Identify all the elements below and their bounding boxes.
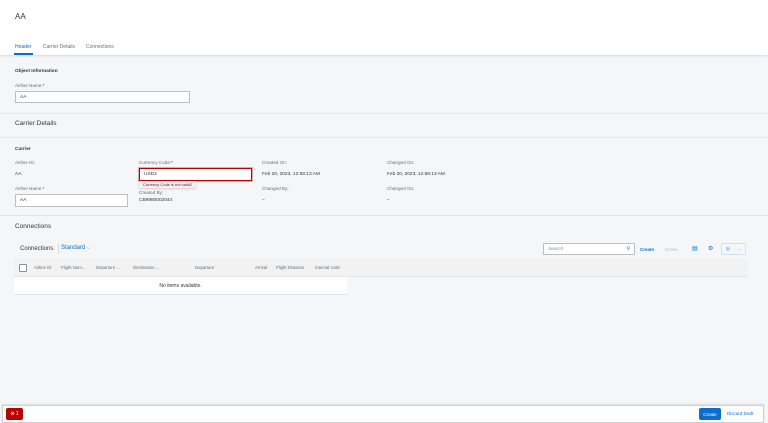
changed-by-value: – [262, 198, 265, 203]
table-title: Connections [20, 246, 54, 252]
created-by-label: Created By: [139, 190, 164, 195]
divider [0, 137, 768, 138]
tab-connections[interactable]: Connections [86, 44, 114, 50]
currency-error-message: Currency Code is not valid2 [139, 181, 197, 188]
message-popover-button[interactable]: ⊗ 1 [6, 408, 23, 420]
carrier-group-title: Carrier [15, 147, 31, 152]
column-header[interactable]: Flight Distance [276, 265, 304, 270]
chevron-down-icon: ⌄ [737, 246, 742, 252]
divider [0, 215, 768, 216]
changed-on-value-2: – [387, 198, 390, 203]
chevron-down-icon: ⌵ [87, 245, 91, 251]
create-button[interactable]: Create [640, 247, 654, 252]
airline-name-label-2: Airline Name:* [15, 186, 45, 191]
currency-code-input[interactable]: USD2 [139, 168, 252, 181]
settings-icon[interactable]: ⚙ [708, 245, 713, 252]
section-carrier-details: Carrier Details [15, 120, 57, 127]
changed-on-label: Changed On: [387, 160, 415, 165]
export-icon: ▣ [725, 246, 731, 252]
discard-draft-button[interactable]: Discard Draft [727, 411, 753, 416]
column-header[interactable]: Internal UoM [315, 265, 340, 270]
column-header[interactable]: Departure ... [96, 265, 120, 270]
page-title: AA [15, 12, 26, 21]
delete-button[interactable]: Delete [665, 247, 678, 252]
divider [0, 113, 768, 114]
column-header[interactable]: Airline ID [34, 265, 51, 270]
column-header[interactable]: Departure [195, 265, 214, 270]
changed-on-value: Feb 20, 2023, 12:58:13 AM [387, 172, 445, 177]
export-button[interactable]: ▣ ⌄ [721, 243, 746, 255]
footer-create-button[interactable]: Create [699, 408, 721, 420]
column-header[interactable]: Flight Num... [61, 265, 85, 270]
error-icon: ⊗ [10, 411, 15, 417]
created-on-value: Feb 20, 2023, 12:58:13 AM [262, 172, 320, 177]
footer-bar [2, 405, 764, 423]
airline-name-input[interactable]: AA [15, 91, 190, 103]
search-input[interactable]: Search ⚲ [543, 243, 635, 255]
airline-id-label: Airline ID: [15, 160, 35, 165]
airline-id-value: AA [15, 172, 22, 177]
search-icon[interactable]: ⚲ [626, 247, 630, 252]
divider [58, 244, 59, 254]
tab-selected-indicator [14, 53, 33, 55]
carrier-airline-name-input[interactable]: AA [15, 194, 128, 207]
changed-by-label: Changed By: [262, 186, 289, 191]
empty-table-message: No items available. [14, 277, 347, 295]
table-header-row [14, 259, 748, 277]
changed-on-label-2: Changed On: [387, 186, 415, 191]
paste-icon[interactable]: ▤ [692, 245, 698, 252]
currency-code-label: Currency Code:* [139, 160, 173, 165]
variant-management[interactable]: Standard ⌵ [61, 245, 91, 251]
section-object-information: Object Information [15, 69, 58, 74]
column-header[interactable]: Destination ... [133, 265, 159, 270]
object-page-header [0, 0, 768, 55]
airline-name-label: Airline Name:* [15, 83, 45, 88]
created-by-value: CB9980002044 [139, 198, 173, 203]
tab-carrier-details[interactable]: Carrier Details [43, 44, 75, 50]
created-on-label: Created On: [262, 160, 288, 165]
select-all-checkbox[interactable] [19, 264, 27, 272]
tab-header[interactable]: Header [15, 44, 31, 50]
section-connections: Connections [15, 223, 52, 230]
column-header[interactable]: Arrival [255, 265, 267, 270]
